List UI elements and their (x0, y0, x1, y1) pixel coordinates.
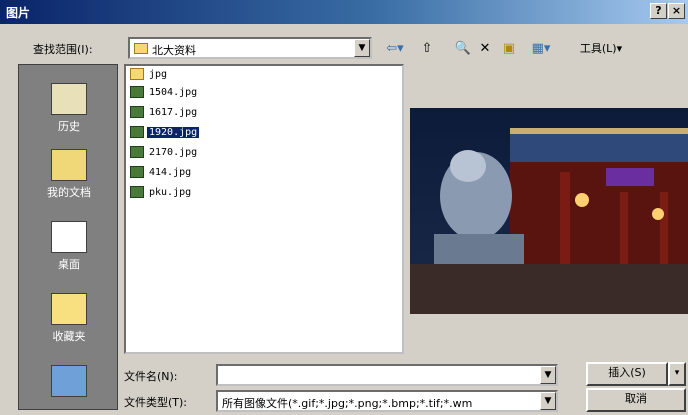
place-label: 我的文档 (47, 186, 91, 199)
chevron-down-icon[interactable]: ▼ (540, 366, 556, 384)
window-title: 图片 (6, 6, 31, 20)
file-name: 2170.jpg (149, 146, 198, 158)
title-bar[interactable]: 图片 ? × (0, 0, 688, 24)
favorites-icon (51, 293, 87, 325)
jpg-file-icon (130, 166, 144, 178)
new-folder-icon: ▣ (502, 41, 516, 56)
up-folder-icon: ⇧ (421, 41, 433, 56)
insert-button[interactable]: 插入(S) (586, 362, 668, 386)
folder-icon (134, 43, 148, 54)
views-icon: ▦▾ (531, 41, 551, 56)
look-in-value: 北大资料 (152, 44, 196, 57)
list-item[interactable]: 2170.jpg (130, 146, 199, 162)
filetype-label: 文件类型(T): (124, 396, 188, 409)
new-folder-button[interactable]: ▣ (498, 39, 520, 59)
place-label: 桌面 (58, 258, 80, 271)
preview-image (410, 108, 688, 314)
file-name: 1920.jpg (147, 126, 200, 138)
list-item[interactable]: 414.jpg (130, 166, 193, 182)
back-button[interactable]: ⇦▾ (384, 39, 406, 59)
filetype-dropdown[interactable]: 所有图像文件(*.gif;*.jpg;*.png;*.bmp;*.tif;*.w… (216, 390, 558, 412)
place-network[interactable] (19, 365, 119, 397)
file-name: pku.jpg (149, 186, 192, 198)
filetype-value: 所有图像文件(*.gif;*.jpg;*.png;*.bmp;*.tif;*.w… (222, 397, 473, 410)
chevron-down-icon[interactable]: ▼ (354, 39, 370, 57)
my-documents-icon (51, 149, 87, 181)
search-web-button[interactable]: 🔍 (452, 39, 474, 59)
places-bar: 历史 我的文档 桌面 收藏夹 (18, 64, 118, 410)
jpg-file-icon (130, 146, 144, 158)
desktop-icon (51, 221, 87, 253)
list-item[interactable]: 1504.jpg (130, 86, 199, 102)
list-item[interactable]: pku.jpg (130, 186, 193, 202)
file-list[interactable]: jpg 1504.jpg 1617.jpg 1920.jpg 2170.jpg … (124, 64, 404, 354)
place-history[interactable]: 历史 (19, 83, 119, 134)
file-name: jpg (149, 68, 168, 80)
tools-menu-button[interactable]: 工具(L)▾ (566, 39, 636, 59)
cancel-button[interactable]: 取消 (586, 388, 686, 412)
list-item-selected[interactable]: 1920.jpg (130, 126, 200, 142)
chevron-down-icon[interactable]: ▼ (540, 392, 556, 410)
place-favorites[interactable]: 收藏夹 (19, 293, 119, 344)
place-my-documents[interactable]: 我的文档 (19, 149, 119, 200)
preview-pane (410, 64, 688, 354)
jpg-file-icon (130, 106, 144, 118)
history-icon (51, 83, 87, 115)
help-button[interactable]: ? (650, 3, 667, 19)
list-item[interactable]: 1617.jpg (130, 106, 199, 122)
views-button[interactable]: ▦▾ (526, 39, 556, 59)
jpg-file-icon (130, 86, 144, 98)
file-name: 1504.jpg (149, 86, 198, 98)
close-button[interactable]: × (668, 3, 685, 19)
folder-icon (130, 68, 144, 80)
search-icon: 🔍 (454, 41, 472, 56)
jpg-file-icon (130, 186, 144, 198)
insert-picture-dialog: 图片 ? × 查找范围(I): 北大资料 ▼ ⇦▾ ⇧ 🔍 ✕ ▣ ▦▾ 工具(… (0, 0, 688, 415)
jpg-file-icon (130, 126, 144, 138)
list-item[interactable]: jpg (130, 68, 169, 84)
look-in-label: 查找范围(I): (33, 43, 93, 56)
file-name: 1617.jpg (149, 106, 198, 118)
look-in-dropdown[interactable]: 北大资料 ▼ (128, 37, 372, 59)
network-icon (51, 365, 87, 397)
insert-menu-button[interactable]: ▾ (668, 362, 686, 386)
place-label: 历史 (58, 120, 80, 133)
delete-button[interactable]: ✕ (474, 39, 496, 59)
up-one-level-button[interactable]: ⇧ (416, 39, 438, 59)
place-label: 收藏夹 (52, 330, 86, 343)
filename-label: 文件名(N): (124, 370, 178, 383)
delete-icon: ✕ (479, 41, 491, 56)
filename-input[interactable]: ▼ (216, 364, 558, 386)
place-desktop[interactable]: 桌面 (19, 221, 119, 272)
back-arrow-icon: ⇦▾ (386, 41, 404, 56)
file-name: 414.jpg (149, 166, 192, 178)
